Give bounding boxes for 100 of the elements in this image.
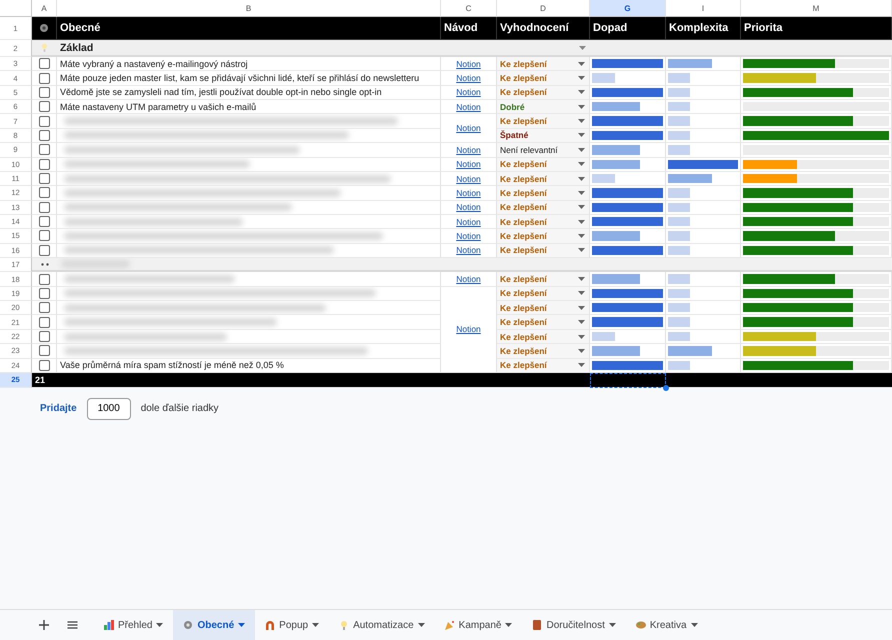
dropdown-caret-icon[interactable] (156, 623, 164, 627)
checkbox[interactable] (38, 302, 50, 314)
dropdown-caret-icon[interactable] (608, 623, 616, 627)
dropdown-caret-icon[interactable] (578, 133, 585, 138)
checkbox[interactable] (38, 158, 50, 170)
checkbox[interactable] (38, 274, 50, 285)
notion-link[interactable]: Notion (456, 274, 481, 284)
dropdown-caret-icon[interactable] (578, 306, 585, 310)
status-dropdown[interactable]: Špatné (497, 128, 590, 144)
notion-link[interactable]: Notion (456, 216, 481, 227)
status-dropdown[interactable]: Ke zlepšení (497, 244, 590, 258)
dropdown-caret-icon[interactable] (578, 363, 585, 368)
dropdown-caret-icon[interactable] (578, 90, 585, 94)
dropdown-caret-icon[interactable] (578, 162, 585, 166)
sheet-tab[interactable]: Popup (255, 610, 330, 640)
status-dropdown[interactable]: Ke zlepšení (497, 315, 590, 330)
notion-link[interactable]: Notion (456, 324, 481, 334)
sheet-tab[interactable]: Automatizace (329, 610, 435, 640)
dropdown-caret-icon[interactable] (578, 104, 585, 109)
fill-handle[interactable] (663, 384, 669, 391)
dropdown-caret-icon[interactable] (238, 623, 246, 627)
checkbox[interactable] (38, 331, 50, 342)
status-dropdown[interactable]: Ke zlepšení (497, 158, 590, 172)
checkbox[interactable] (38, 216, 50, 228)
notion-link[interactable]: Notion (456, 159, 481, 170)
status-dropdown[interactable]: Ke zlepšení (497, 71, 590, 86)
checkbox[interactable] (38, 202, 50, 213)
checkbox[interactable] (38, 173, 50, 184)
column-header[interactable]: M (741, 0, 892, 17)
dropdown-caret-icon[interactable] (690, 623, 698, 627)
column-header[interactable]: A (32, 0, 57, 17)
status-dropdown[interactable]: Ke zlepšení (497, 358, 590, 373)
status-dropdown[interactable]: Ke zlepšení (497, 344, 590, 359)
notion-link[interactable]: Notion (456, 188, 481, 198)
notion-link[interactable]: Notion (456, 73, 481, 84)
dropdown-caret-icon[interactable] (578, 190, 585, 195)
dropdown-caret-icon[interactable] (578, 148, 585, 152)
checkbox[interactable] (38, 101, 50, 112)
column-header[interactable]: G (590, 0, 666, 17)
row-count-input[interactable]: 1000 (86, 398, 131, 420)
column-header[interactable]: C (441, 0, 497, 17)
status-dropdown[interactable]: Ke zlepšení (497, 214, 590, 230)
notion-link[interactable]: Notion (456, 87, 481, 98)
notion-link[interactable]: Notion (456, 144, 481, 155)
status-dropdown[interactable]: Ke zlepšení (497, 286, 590, 302)
status-dropdown[interactable]: Dobré (497, 100, 590, 114)
dropdown-caret-icon[interactable] (312, 623, 320, 627)
dropdown-caret-icon[interactable] (578, 320, 585, 324)
dropdown-caret-icon[interactable] (578, 220, 585, 224)
checkbox[interactable] (38, 116, 50, 127)
dropdown-caret-icon[interactable] (578, 291, 585, 296)
dropdown-caret-icon[interactable] (418, 623, 425, 627)
notion-link[interactable]: Notion (456, 245, 481, 256)
sheet-tab[interactable]: Kreativa (626, 610, 708, 640)
dropdown-caret-icon[interactable] (579, 46, 586, 50)
status-dropdown[interactable]: Ke zlepšení (497, 57, 590, 72)
notion-link[interactable]: Notion (456, 174, 481, 184)
checkbox[interactable] (38, 187, 50, 198)
dropdown-caret-icon[interactable] (578, 205, 585, 210)
dropdown-caret-icon[interactable] (578, 277, 585, 282)
checkbox[interactable] (38, 72, 50, 84)
checkbox[interactable] (38, 345, 50, 356)
status-dropdown[interactable]: Není relevantní (497, 143, 590, 158)
dropdown-caret-icon[interactable] (578, 234, 585, 238)
sheet-tab[interactable]: Přehled (94, 610, 174, 640)
column-header[interactable]: D (497, 0, 590, 17)
dropdown-caret-icon[interactable] (578, 76, 585, 80)
checkbox[interactable] (38, 144, 50, 156)
checkbox[interactable] (38, 230, 50, 242)
status-dropdown[interactable]: Ke zlepšení (497, 86, 590, 100)
status-dropdown[interactable]: Ke zlepšení (497, 172, 590, 186)
notion-link[interactable]: Notion (456, 102, 481, 112)
status-dropdown[interactable]: Ke zlepšení (497, 301, 590, 316)
checkbox[interactable] (38, 130, 50, 141)
dropdown-caret-icon[interactable] (578, 119, 585, 124)
dropdown-caret-icon[interactable] (578, 62, 585, 66)
sheet-tab[interactable]: Obecné (173, 610, 256, 640)
checkbox[interactable] (38, 58, 50, 70)
checkbox[interactable] (38, 244, 50, 256)
column-header[interactable]: I (666, 0, 741, 17)
checkbox[interactable] (38, 360, 50, 371)
dropdown-caret-icon[interactable] (505, 623, 512, 627)
status-dropdown[interactable]: Ke zlepšení (497, 114, 590, 129)
dropdown-caret-icon[interactable] (578, 176, 585, 181)
checkbox[interactable] (38, 288, 50, 299)
notion-link[interactable]: Notion (456, 230, 481, 241)
status-dropdown[interactable]: Ke zlepšení (497, 330, 590, 344)
dropdown-caret-icon[interactable] (578, 348, 585, 353)
sheet-tab[interactable]: Doručitelnost (522, 610, 626, 640)
notion-link[interactable]: Notion (456, 58, 481, 69)
sheet-tab[interactable]: Kampaně (434, 610, 522, 640)
checkbox[interactable] (38, 316, 50, 328)
column-header[interactable]: B (57, 0, 441, 17)
notion-link[interactable]: Notion (456, 123, 481, 134)
dropdown-caret-icon[interactable] (578, 334, 585, 338)
status-dropdown[interactable]: Ke zlepšení (497, 272, 590, 287)
add-rows-button[interactable]: Pridajte (40, 403, 77, 414)
status-dropdown[interactable]: Ke zlepšení (497, 200, 590, 215)
status-dropdown[interactable]: Ke zlepšení (497, 186, 590, 201)
status-dropdown[interactable]: Ke zlepšení (497, 229, 590, 244)
